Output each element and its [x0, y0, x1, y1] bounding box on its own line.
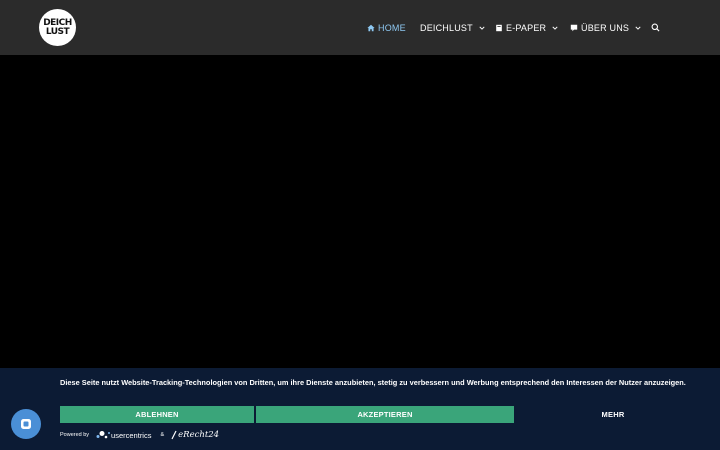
accept-button[interactable]: AKZEPTIEREN: [256, 406, 514, 423]
decline-button[interactable]: ABLEHNEN: [60, 406, 254, 423]
erecht24-mark-icon: [171, 430, 177, 440]
fingerprint-icon: [21, 419, 31, 429]
search-button[interactable]: [651, 0, 663, 55]
consent-text: Diese Seite nutzt Website-Tracking-Techn…: [60, 378, 686, 387]
nav-item-deichlust-label: DEICHLUST: [420, 22, 473, 33]
powered-by: Powered by usercentrics & eRecht24: [60, 428, 219, 442]
chevron-down-icon: [479, 26, 485, 30]
nav-item-home[interactable]: HOME: [367, 0, 406, 55]
speech-bubble-icon: [570, 24, 578, 31]
logo-line-2: LUST: [45, 26, 70, 37]
cookie-consent-banner: Diese Seite nutzt Website-Tracking-Techn…: [0, 368, 720, 450]
ampersand: &: [160, 432, 165, 438]
chevron-down-icon: [552, 26, 558, 30]
nav-item-epaper[interactable]: E-PAPER: [495, 0, 558, 55]
nav-item-ueber-uns[interactable]: ÜBER UNS: [570, 0, 641, 55]
usercentrics-dots-icon: [96, 431, 111, 439]
nav-item-epaper-label: E-PAPER: [506, 22, 547, 33]
erecht24-logo: eRecht24: [170, 430, 219, 440]
powered-by-label: Powered by: [60, 432, 90, 438]
book-icon: [496, 24, 502, 31]
site-header: DEICH LUST HOME DEICHLUST E-PAPER ÜBER U…: [0, 0, 720, 55]
nav-item-ueber-uns-label: ÜBER UNS: [581, 22, 630, 33]
privacy-settings-button[interactable]: [11, 409, 41, 439]
usercentrics-logo: usercentrics: [95, 430, 151, 440]
nav-item-deichlust[interactable]: DEICHLUST: [420, 0, 485, 55]
usercentrics-label: usercentrics: [111, 430, 152, 440]
nav-item-home-label: HOME: [378, 22, 406, 33]
deichlust-logo[interactable]: DEICH LUST: [39, 9, 76, 46]
chevron-down-icon: [635, 26, 641, 30]
erecht24-label: eRecht24: [178, 430, 220, 440]
more-button[interactable]: MEHR: [518, 406, 708, 423]
search-icon: [651, 23, 660, 32]
hero-area: [0, 55, 720, 368]
home-icon: [367, 24, 375, 31]
